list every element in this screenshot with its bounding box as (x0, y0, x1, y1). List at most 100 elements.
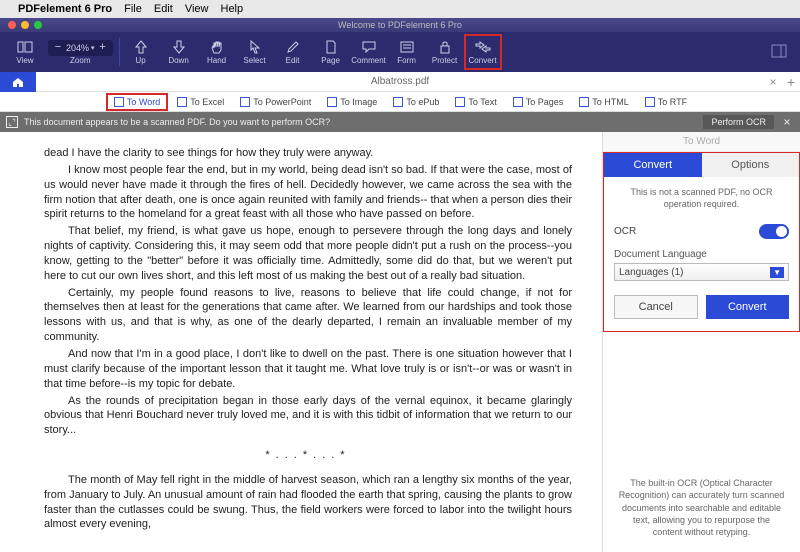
comment-icon (361, 39, 377, 55)
rtf-icon (645, 97, 655, 107)
word-icon (114, 97, 124, 107)
zoom-dropdown-icon[interactable]: ▾ (91, 44, 95, 52)
hand-button[interactable]: Hand (198, 34, 236, 70)
to-image-button[interactable]: To Image (320, 94, 384, 110)
side-tab-convert[interactable]: Convert (604, 153, 702, 177)
new-tab-button[interactable]: + (782, 74, 800, 90)
comment-label: Comment (351, 56, 386, 65)
window-title: Welcome to PDFelement 6 Pro (338, 20, 462, 30)
main-toolbar: View − 204% ▾ + Zoom Up Down Hand Select… (0, 32, 800, 72)
scan-icon: ⌞⌝ (6, 116, 18, 128)
to-word-label: To Word (127, 97, 160, 107)
menu-view[interactable]: View (185, 3, 209, 15)
convert-label: Convert (469, 56, 497, 65)
menu-help[interactable]: Help (221, 3, 244, 15)
to-text-button[interactable]: To Text (448, 94, 503, 110)
to-excel-button[interactable]: To Excel (170, 94, 231, 110)
ocr-toggle[interactable] (759, 224, 789, 239)
up-button[interactable]: Up (122, 34, 160, 70)
menu-edit[interactable]: Edit (154, 3, 173, 15)
ocr-banner: ⌞⌝ This document appears to be a scanned… (0, 112, 800, 132)
hand-label: Hand (207, 56, 226, 65)
view-label: View (16, 56, 33, 65)
page-icon (323, 39, 339, 55)
home-tab[interactable] (0, 72, 36, 92)
to-epub-label: To ePub (406, 97, 439, 107)
language-select[interactable]: Languages (1) ▼ (614, 263, 789, 281)
to-rtf-button[interactable]: To RTF (638, 94, 694, 110)
up-label: Up (135, 56, 145, 65)
close-tab-button[interactable]: × (764, 75, 782, 89)
to-pages-button[interactable]: To Pages (506, 94, 571, 110)
language-value: Languages (1) (619, 267, 684, 278)
protect-button[interactable]: Protect (426, 34, 464, 70)
doc-text: That belief, my friend, is what gave us … (44, 224, 572, 283)
image-icon (327, 97, 337, 107)
doc-text: And now that I'm in a good place, I don'… (44, 347, 572, 392)
arrow-up-icon (133, 39, 149, 55)
app-menu[interactable]: PDFelement 6 Pro (18, 3, 112, 15)
to-epub-button[interactable]: To ePub (386, 94, 446, 110)
comment-button[interactable]: Comment (350, 34, 388, 70)
mac-menubar: PDFelement 6 Pro File Edit View Help (0, 0, 800, 18)
excel-icon (177, 97, 187, 107)
to-excel-label: To Excel (190, 97, 224, 107)
ocr-description: The built-in OCR (Optical Character Reco… (603, 467, 800, 552)
window-minimize-button[interactable] (21, 21, 29, 29)
side-tab-options[interactable]: Options (702, 153, 800, 177)
to-word-button[interactable]: To Word (106, 93, 168, 111)
arrow-down-icon (171, 39, 187, 55)
edit-button[interactable]: Edit (274, 34, 312, 70)
perform-ocr-button[interactable]: Perform OCR (703, 115, 774, 129)
form-icon (399, 39, 415, 55)
to-powerpoint-button[interactable]: To PowerPoint (233, 94, 318, 110)
zoom-value: 204% (66, 43, 89, 53)
zoom-label: Zoom (70, 56, 90, 65)
down-button[interactable]: Down (160, 34, 198, 70)
form-button[interactable]: Form (388, 34, 426, 70)
html-icon (579, 97, 589, 107)
convert-action-button[interactable]: Convert (706, 295, 790, 319)
panel-toggle-button[interactable] (762, 34, 796, 68)
doc-text: dead I have the clarity to see things fo… (44, 146, 572, 161)
convert-format-bar: To Word To Excel To PowerPoint To Image … (0, 92, 800, 112)
view-icon (17, 39, 33, 55)
side-panel-title: To Word (603, 132, 800, 152)
ppt-icon (240, 97, 250, 107)
window-close-button[interactable] (8, 21, 16, 29)
select-button[interactable]: Select (236, 34, 274, 70)
window-zoom-button[interactable] (34, 21, 42, 29)
document-tab-bar: Albatross.pdf × + (0, 72, 800, 92)
cursor-icon (247, 39, 263, 55)
edit-label: Edit (286, 56, 300, 65)
to-ppt-label: To PowerPoint (253, 97, 311, 107)
cancel-button[interactable]: Cancel (614, 295, 698, 319)
document-title: Albatross.pdf (36, 76, 764, 87)
convert-button[interactable]: Convert (464, 34, 502, 70)
close-banner-button[interactable]: × (780, 115, 794, 129)
doc-text: As the rounds of precipitation began in … (44, 394, 572, 439)
doc-text: I know most people fear the end, but in … (44, 163, 572, 222)
chevron-down-icon: ▼ (770, 267, 784, 278)
to-html-button[interactable]: To HTML (572, 94, 636, 110)
section-break: *...*...* (44, 448, 572, 463)
view-button[interactable]: View (6, 34, 44, 70)
zoom-out-button[interactable]: − (52, 42, 64, 53)
doc-text: Certainly, my people found reasons to li… (44, 286, 572, 345)
zoom-control[interactable]: − 204% ▾ + Zoom (48, 34, 113, 70)
window-titlebar: Welcome to PDFelement 6 Pro (0, 18, 800, 32)
menu-file[interactable]: File (124, 3, 142, 15)
ocr-message: This document appears to be a scanned PD… (24, 117, 330, 127)
document-view[interactable]: dead I have the clarity to see things fo… (0, 132, 602, 552)
protect-label: Protect (432, 56, 457, 65)
doc-text: The month of May fell right in the middl… (44, 473, 572, 532)
zoom-in-button[interactable]: + (97, 42, 109, 53)
to-html-label: To HTML (592, 97, 629, 107)
language-label: Document Language (614, 249, 789, 260)
ocr-note: This is not a scanned PDF, no OCR operat… (614, 187, 789, 210)
page-button[interactable]: Page (312, 34, 350, 70)
lock-icon (437, 39, 453, 55)
to-pages-label: To Pages (526, 97, 564, 107)
select-label: Select (243, 56, 265, 65)
hand-icon (209, 39, 225, 55)
